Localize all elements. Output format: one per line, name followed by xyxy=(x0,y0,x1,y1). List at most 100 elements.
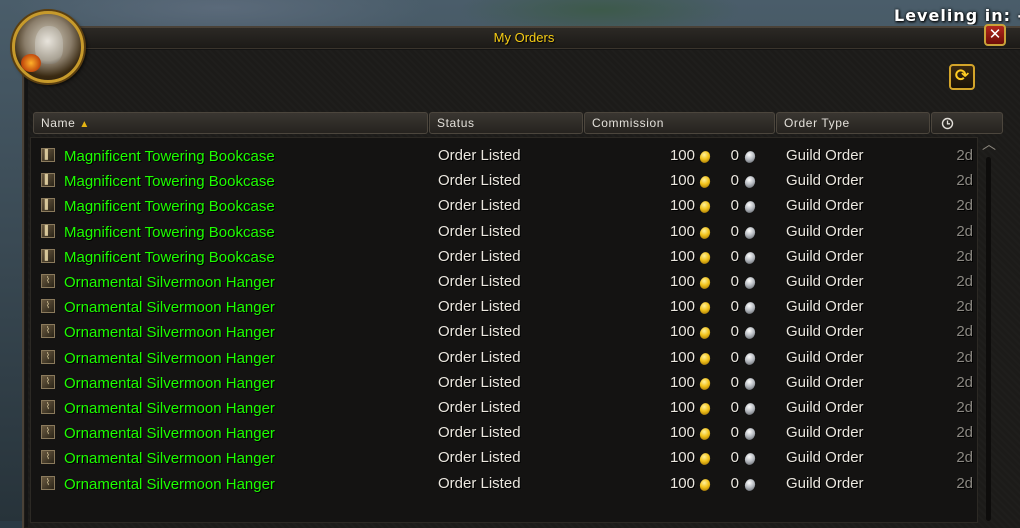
order-time-left: 2d xyxy=(956,373,973,391)
order-status: Order Listed xyxy=(438,373,521,391)
window-title: My Orders xyxy=(493,30,555,45)
order-item-name[interactable]: Magnificent Towering Bookcase xyxy=(64,148,275,165)
order-time-left: 2d xyxy=(956,348,973,366)
order-status: Order Listed xyxy=(438,424,521,442)
hanger-item-icon: ⌇ xyxy=(41,374,55,389)
hanger-item-icon: ⌇ xyxy=(41,324,55,339)
order-type: Guild Order xyxy=(786,197,864,215)
order-item-name[interactable]: Ornamental Silvermoon Hanger xyxy=(64,274,275,291)
gold-coin-icon xyxy=(698,401,712,417)
column-header-commission[interactable]: Commission xyxy=(584,112,775,134)
order-item-name[interactable]: Ornamental Silvermoon Hanger xyxy=(64,324,275,341)
order-item-name[interactable]: Ornamental Silvermoon Hanger xyxy=(64,350,275,367)
commission-gold: 100 xyxy=(669,474,695,492)
order-row[interactable]: ▌ Magnificent Towering Bookcase Order List… xyxy=(31,143,977,168)
order-row[interactable]: ⌇ Ornamental Silvermoon Hanger Order Liste… xyxy=(31,269,977,294)
order-status: Order Listed xyxy=(438,399,521,416)
order-item-name[interactable]: Magnificent Towering Bookcase xyxy=(64,198,275,215)
order-type: Guild Order xyxy=(786,323,864,341)
order-row[interactable]: ⌇ Ornamental Silvermoon Hanger Order Liste… xyxy=(31,345,977,370)
commission-silver: 0 xyxy=(730,348,739,366)
order-status: Order Listed xyxy=(438,348,521,366)
gold-coin-icon xyxy=(698,452,712,467)
column-header-order-type[interactable]: Order Type xyxy=(776,112,930,134)
order-row[interactable]: ⌇ Ornamental Silvermoon Hanger Order Liste… xyxy=(31,471,977,496)
commission-silver: 0 xyxy=(730,172,739,190)
order-item-name[interactable]: Ornamental Silvermoon Hanger xyxy=(64,400,275,417)
order-row[interactable]: ⌇ Ornamental Silvermoon Hanger Order Liste… xyxy=(31,370,977,395)
silver-coin-icon xyxy=(743,225,757,240)
commission-gold: 100 xyxy=(669,323,695,341)
commission-gold: 100 xyxy=(669,222,695,240)
order-row[interactable]: ▌ Magnificent Towering Bookcase Order List… xyxy=(31,244,977,269)
order-item-name[interactable]: Ornamental Silvermoon Hanger xyxy=(64,450,275,467)
order-status: Order Listed xyxy=(438,298,521,316)
title-bar[interactable]: My Orders xyxy=(24,28,1020,49)
scroll-up-icon[interactable]: ︿ xyxy=(980,137,998,153)
commission-silver: 0 xyxy=(730,323,739,341)
leveling-label: Leveling in: -- xyxy=(894,6,1020,25)
order-row[interactable]: ⌇ Ornamental Silvermoon Hanger Order Liste… xyxy=(31,420,977,445)
commission-gold: 100 xyxy=(669,399,695,416)
order-status: Order Listed xyxy=(438,222,521,240)
scrollbar[interactable]: ︿ xyxy=(980,137,998,521)
column-header-order-type-label: Order Type xyxy=(784,116,850,130)
commission-gold: 100 xyxy=(669,273,695,290)
gold-coin-icon xyxy=(698,326,712,341)
order-row[interactable]: ⌇ Ornamental Silvermoon Hanger Order Liste… xyxy=(31,294,977,319)
order-row[interactable]: ▌ Magnificent Towering Bookcase Order List… xyxy=(31,219,977,244)
hanger-item-icon: ⌇ xyxy=(41,274,55,288)
scroll-track[interactable] xyxy=(986,157,991,521)
order-type: Guild Order xyxy=(786,348,864,366)
column-header-commission-label: Commission xyxy=(592,116,665,130)
order-item-name[interactable]: Magnificent Towering Bookcase xyxy=(64,173,275,190)
order-status: Order Listed xyxy=(438,449,521,467)
commission-gold: 100 xyxy=(669,424,695,442)
commission-silver: 0 xyxy=(730,273,739,290)
hanger-item-icon: ⌇ xyxy=(41,400,55,414)
refresh-button[interactable]: ⟳ xyxy=(949,64,975,90)
order-row[interactable]: ⌇ Ornamental Silvermoon Hanger Order Liste… xyxy=(31,445,977,470)
commission-silver: 0 xyxy=(730,247,739,265)
close-button[interactable]: ✕ xyxy=(984,24,1006,46)
gold-coin-icon xyxy=(698,174,712,190)
sort-ascending-icon: ▲ xyxy=(79,119,90,130)
bookcase-item-icon: ▌ xyxy=(41,223,55,238)
order-row[interactable]: ▌ Magnificent Towering Bookcase Order List… xyxy=(31,193,977,218)
clock-icon xyxy=(941,117,954,130)
order-item-name[interactable]: Ornamental Silvermoon Hanger xyxy=(64,476,275,493)
order-type: Guild Order xyxy=(786,247,864,265)
order-type: Guild Order xyxy=(786,474,864,492)
order-time-left: 2d xyxy=(956,399,973,416)
silver-coin-icon xyxy=(743,376,757,392)
column-header-status[interactable]: Status xyxy=(429,112,583,134)
order-row[interactable]: ⌇ Ornamental Silvermoon Hanger Order Liste… xyxy=(31,395,977,420)
order-time-left: 2d xyxy=(956,298,973,316)
silver-coin-icon xyxy=(743,174,757,190)
commission-silver: 0 xyxy=(730,197,739,215)
gold-coin-icon xyxy=(698,275,712,291)
commission-gold: 100 xyxy=(669,197,695,215)
commission-silver: 0 xyxy=(730,222,739,240)
order-type: Guild Order xyxy=(786,399,864,416)
order-item-name[interactable]: Ornamental Silvermoon Hanger xyxy=(64,425,275,442)
order-time-left: 2d xyxy=(956,172,973,190)
hanger-item-icon: ⌇ xyxy=(41,299,55,314)
order-row[interactable]: ▌ Magnificent Towering Bookcase Order List… xyxy=(31,168,977,193)
order-item-name[interactable]: Magnificent Towering Bookcase xyxy=(64,249,275,266)
column-header-name[interactable]: Name ▲ xyxy=(33,112,428,134)
order-time-left: 2d xyxy=(956,474,973,492)
order-item-name[interactable]: Magnificent Towering Bookcase xyxy=(64,224,275,241)
bookcase-item-icon: ▌ xyxy=(41,248,55,263)
silver-coin-icon xyxy=(743,401,757,417)
order-item-name[interactable]: Ornamental Silvermoon Hanger xyxy=(64,299,275,316)
commission-silver: 0 xyxy=(730,449,739,467)
order-row[interactable]: ⌇ Ornamental Silvermoon Hanger Order Liste… xyxy=(31,319,977,344)
order-status: Order Listed xyxy=(438,197,521,215)
order-item-name[interactable]: Ornamental Silvermoon Hanger xyxy=(64,375,275,392)
column-header-time[interactable] xyxy=(931,112,1003,134)
order-type: Guild Order xyxy=(786,449,864,467)
gold-coin-icon xyxy=(698,426,712,442)
hanger-item-icon: ⌇ xyxy=(41,425,55,440)
gold-coin-icon xyxy=(698,250,712,266)
